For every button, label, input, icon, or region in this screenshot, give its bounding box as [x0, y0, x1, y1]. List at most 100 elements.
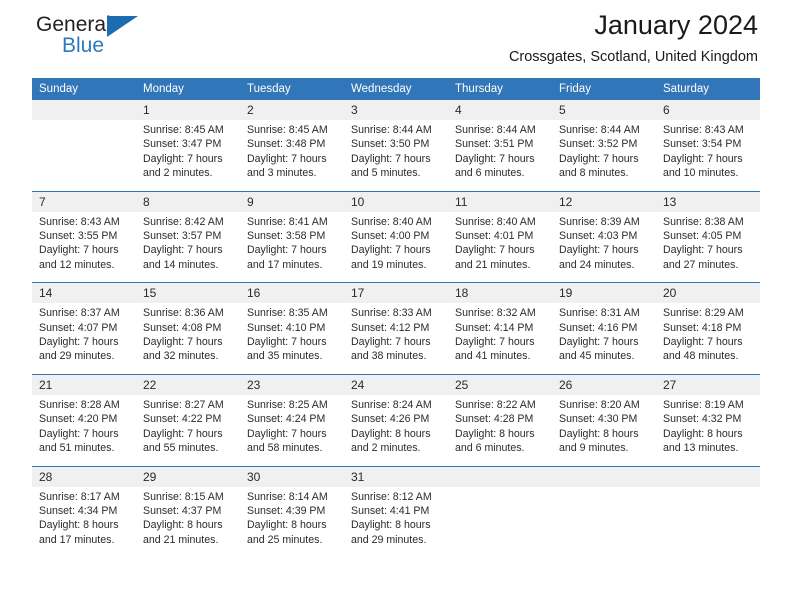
empty-details-cell: [448, 486, 552, 558]
daylight-line: Daylight: 7 hours: [143, 336, 223, 349]
calendar-body: 1 2 3 4 5 6 Sunrise: 8:45 AM Sunset: 3:47 PM Day…: [32, 100, 760, 558]
day-number-cell[interactable]: 2: [240, 100, 344, 120]
day-details-cell: Sunrise: 8:45 AM Sunset: 3:48 PM Daylight:…: [240, 120, 344, 192]
daylight-line: Daylight: 7 hours: [455, 244, 535, 257]
daylight-minutes-line: and 32 minutes.: [143, 350, 219, 363]
sunset-line: Sunset: 4:00 PM: [351, 230, 430, 243]
sunrise-line: Sunrise: 8:19 AM: [663, 398, 744, 411]
day-number-cell[interactable]: 28: [32, 465, 136, 487]
day-number-cell[interactable]: 6: [656, 100, 760, 120]
sunset-line: Sunset: 3:58 PM: [247, 230, 326, 243]
day-number-cell[interactable]: 16: [240, 282, 344, 304]
page-header: General Blue January 2024 Crossgates, Sc…: [32, 0, 760, 78]
day-number-cell[interactable]: 14: [32, 282, 136, 304]
daylight-line: Daylight: 8 hours: [143, 519, 223, 532]
daylight-minutes-line: and 17 minutes.: [247, 258, 323, 271]
sunset-line: Sunset: 4:03 PM: [559, 230, 638, 243]
day-number-cell[interactable]: 17: [344, 282, 448, 304]
day-number-cell[interactable]: 22: [136, 373, 240, 395]
page-title: January 2024: [594, 10, 758, 40]
day-number-cell[interactable]: 26: [552, 373, 656, 395]
sunrise-line: Sunrise: 8:14 AM: [247, 490, 328, 503]
day-number-cell[interactable]: 13: [656, 190, 760, 212]
week-daynumber-row: 28 29 30 31: [32, 465, 760, 487]
day-number-cell[interactable]: 15: [136, 282, 240, 304]
daylight-line: Daylight: 7 hours: [247, 427, 327, 440]
sunrise-line: Sunrise: 8:44 AM: [559, 124, 640, 136]
day-details-cell: Sunrise: 8:43 AM Sunset: 3:55 PM Daylight:…: [32, 211, 136, 283]
day-details-cell: Sunrise: 8:32 AM Sunset: 4:14 PM Daylight:…: [448, 303, 552, 375]
sunrise-line: Sunrise: 8:29 AM: [663, 307, 744, 320]
daylight-line: Daylight: 8 hours: [455, 427, 535, 440]
sunset-line: Sunset: 4:24 PM: [247, 413, 326, 426]
daylight-line: Daylight: 7 hours: [351, 336, 431, 349]
day-number-cell[interactable]: 25: [448, 373, 552, 395]
day-number-cell[interactable]: 9: [240, 190, 344, 212]
sunset-line: Sunset: 4:05 PM: [663, 230, 742, 243]
sunset-line: Sunset: 4:16 PM: [559, 321, 638, 334]
weekday-header-wednesday: Wednesday: [344, 78, 448, 100]
daylight-line: Daylight: 7 hours: [247, 336, 327, 349]
day-number-cell[interactable]: 1: [136, 100, 240, 120]
day-number-cell[interactable]: 19: [552, 282, 656, 304]
daylight-line: Daylight: 7 hours: [663, 336, 743, 349]
general-blue-logo: General Blue: [36, 12, 176, 64]
calendar-page: General Blue January 2024 Crossgates, Sc…: [0, 0, 792, 612]
daylight-line: Daylight: 7 hours: [559, 336, 639, 349]
sunset-line: Sunset: 4:28 PM: [455, 413, 534, 426]
day-number-cell[interactable]: 8: [136, 190, 240, 212]
week-daynumber-row: 14 15 16 17 18 19 20: [32, 282, 760, 304]
empty-details-cell: [552, 486, 656, 558]
sunset-line: Sunset: 4:22 PM: [143, 413, 222, 426]
day-details-cell: Sunrise: 8:15 AM Sunset: 4:37 PM Daylight:…: [136, 486, 240, 558]
day-number-cell[interactable]: 21: [32, 373, 136, 395]
day-number-cell[interactable]: 3: [344, 100, 448, 120]
sunrise-line: Sunrise: 8:45 AM: [143, 124, 224, 136]
day-number-cell[interactable]: 20: [656, 282, 760, 304]
sunrise-line: Sunrise: 8:40 AM: [351, 215, 432, 228]
day-number-cell[interactable]: 10: [344, 190, 448, 212]
day-number-cell[interactable]: 31: [344, 465, 448, 487]
day-number-cell[interactable]: 27: [656, 373, 760, 395]
sunset-line: Sunset: 4:30 PM: [559, 413, 638, 426]
sunset-line: Sunset: 3:52 PM: [559, 138, 638, 151]
logo-text-blue: Blue: [62, 34, 105, 57]
daylight-line: Daylight: 7 hours: [559, 244, 639, 257]
day-number-cell[interactable]: 5: [552, 100, 656, 120]
sunset-line: Sunset: 4:37 PM: [143, 504, 222, 517]
week-info-row: Sunrise: 8:28 AM Sunset: 4:20 PM Daylight:…: [32, 394, 760, 466]
sunset-line: Sunset: 4:26 PM: [351, 413, 430, 426]
daylight-line: Daylight: 7 hours: [455, 152, 535, 165]
daylight-line: Daylight: 7 hours: [663, 244, 743, 257]
week-info-row: Sunrise: 8:37 AM Sunset: 4:07 PM Daylight:…: [32, 303, 760, 375]
daylight-line: Daylight: 8 hours: [39, 519, 119, 532]
day-details-cell: Sunrise: 8:45 AM Sunset: 3:47 PM Daylight:…: [136, 120, 240, 192]
day-number-cell[interactable]: 12: [552, 190, 656, 212]
daylight-line: Daylight: 7 hours: [39, 427, 119, 440]
day-number-cell[interactable]: 30: [240, 465, 344, 487]
day-number-cell[interactable]: 4: [448, 100, 552, 120]
day-number-cell[interactable]: 23: [240, 373, 344, 395]
daylight-line: Daylight: 8 hours: [351, 427, 431, 440]
sunrise-line: Sunrise: 8:43 AM: [39, 215, 120, 228]
day-number-cell[interactable]: 18: [448, 282, 552, 304]
day-details-cell: Sunrise: 8:17 AM Sunset: 4:34 PM Daylight:…: [32, 486, 136, 558]
day-details-cell: Sunrise: 8:33 AM Sunset: 4:12 PM Daylight:…: [344, 303, 448, 375]
day-number-cell[interactable]: 29: [136, 465, 240, 487]
sunset-line: Sunset: 4:18 PM: [663, 321, 742, 334]
day-details-cell: Sunrise: 8:44 AM Sunset: 3:50 PM Daylight:…: [344, 120, 448, 192]
week-daynumber-row: 7 8 9 10 11 12 13: [32, 190, 760, 212]
sunrise-line: Sunrise: 8:41 AM: [247, 215, 328, 228]
sunrise-line: Sunrise: 8:43 AM: [663, 124, 744, 136]
daylight-line: Daylight: 8 hours: [559, 427, 639, 440]
sunset-line: Sunset: 3:47 PM: [143, 138, 222, 151]
daylight-line: Daylight: 7 hours: [39, 244, 119, 257]
daylight-line: Daylight: 7 hours: [39, 336, 119, 349]
day-number-cell[interactable]: 11: [448, 190, 552, 212]
day-number-cell[interactable]: 24: [344, 373, 448, 395]
day-details-cell: Sunrise: 8:41 AM Sunset: 3:58 PM Daylight:…: [240, 211, 344, 283]
weekday-header-friday: Friday: [552, 78, 656, 100]
sunset-line: Sunset: 3:55 PM: [39, 230, 118, 243]
daylight-line: Daylight: 7 hours: [559, 152, 639, 165]
day-number-cell[interactable]: 7: [32, 190, 136, 212]
